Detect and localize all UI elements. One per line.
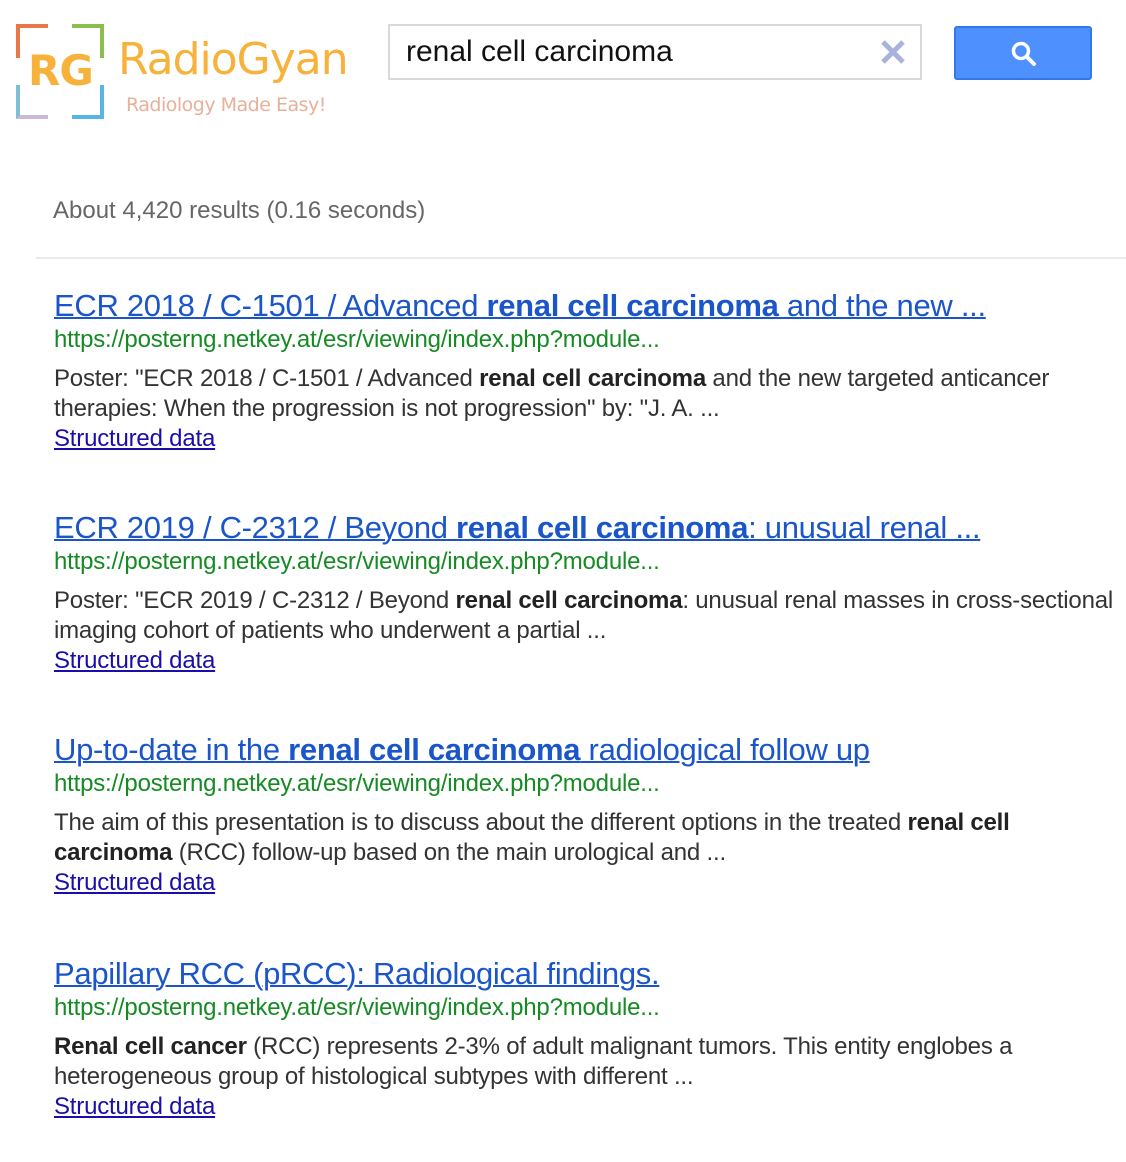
search-result: Up-to-date in the renal cell carcinoma r… — [54, 732, 1114, 898]
result-snippet: The aim of this presentation is to discu… — [54, 808, 1114, 868]
search-result: ECR 2018 / C-1501 / Advanced renal cell … — [54, 288, 1114, 454]
result-title-link[interactable]: ECR 2019 / C-2312 / Beyond renal cell ca… — [54, 510, 1114, 546]
snippet-text: (RCC) follow-up based on the main urolog… — [172, 839, 726, 866]
snippet-highlight: renal cell carcinoma — [479, 365, 706, 392]
result-url: https://posterng.netkey.at/esr/viewing/i… — [54, 326, 660, 353]
result-title-link[interactable]: Papillary RCC (pRCC): Radiological findi… — [54, 956, 1114, 992]
result-url: https://posterng.netkey.at/esr/viewing/i… — [54, 770, 660, 797]
result-snippet: Renal cell cancer (RCC) represents 2-3% … — [54, 1032, 1114, 1092]
snippet-text: The aim of this presentation is to discu… — [54, 809, 908, 836]
title-text: radiological follow up — [580, 732, 870, 767]
logo-name: RadioGyan — [118, 34, 349, 85]
structured-data-link[interactable]: Structured data — [54, 424, 215, 454]
result-title-link[interactable]: ECR 2018 / C-1501 / Advanced renal cell … — [54, 288, 1114, 324]
result-url: https://posterng.netkey.at/esr/viewing/i… — [54, 548, 660, 575]
search-result: ECR 2019 / C-2312 / Beyond renal cell ca… — [54, 510, 1114, 676]
title-text: : unusual renal ... — [748, 510, 981, 545]
title-text: Papillary RCC (pRCC): Radiological findi… — [54, 956, 660, 991]
title-highlight: renal cell carcinoma — [486, 288, 779, 323]
radiogyan-logo[interactable]: RG RadioGyan Radiology Made Easy! — [16, 24, 356, 124]
logo-initials: RG — [28, 46, 94, 95]
search-result: Papillary RCC (pRCC): Radiological findi… — [54, 956, 1114, 1122]
structured-data-link[interactable]: Structured data — [54, 1092, 215, 1122]
logo-mark: RG — [16, 24, 104, 119]
structured-data-link[interactable]: Structured data — [54, 868, 215, 898]
title-highlight: renal cell carcinoma — [288, 732, 581, 767]
result-snippet: Poster: "ECR 2018 / C-1501 / Advanced re… — [54, 364, 1114, 424]
close-icon[interactable] — [878, 36, 908, 68]
title-text: and the new ... — [778, 288, 986, 323]
title-highlight: renal cell carcinoma — [456, 510, 749, 545]
divider — [36, 257, 1126, 259]
snippet-highlight: Renal cell cancer — [54, 1033, 247, 1060]
result-url: https://posterng.netkey.at/esr/viewing/i… — [54, 994, 660, 1021]
snippet-text: Poster: "ECR 2019 / C-2312 / Beyond — [54, 587, 456, 614]
structured-data-link[interactable]: Structured data — [54, 646, 215, 676]
title-text: ECR 2018 / C-1501 / Advanced — [54, 288, 487, 323]
result-title-link[interactable]: Up-to-date in the renal cell carcinoma r… — [54, 732, 1114, 768]
snippet-highlight: renal cell carcinoma — [455, 587, 683, 614]
search-input[interactable] — [406, 34, 866, 70]
title-text: ECR 2019 / C-2312 / Beyond — [54, 510, 457, 545]
result-stats: About 4,420 results (0.16 seconds) — [53, 197, 426, 224]
logo-tagline: Radiology Made Easy! — [126, 94, 326, 116]
search-box — [388, 24, 922, 80]
snippet-text: Poster: "ECR 2018 / C-1501 / Advanced — [54, 365, 480, 392]
search-button[interactable] — [954, 26, 1092, 80]
title-text: Up-to-date in the — [54, 732, 289, 767]
result-snippet: Poster: "ECR 2019 / C-2312 / Beyond rena… — [54, 586, 1114, 646]
search-icon — [1011, 41, 1036, 66]
